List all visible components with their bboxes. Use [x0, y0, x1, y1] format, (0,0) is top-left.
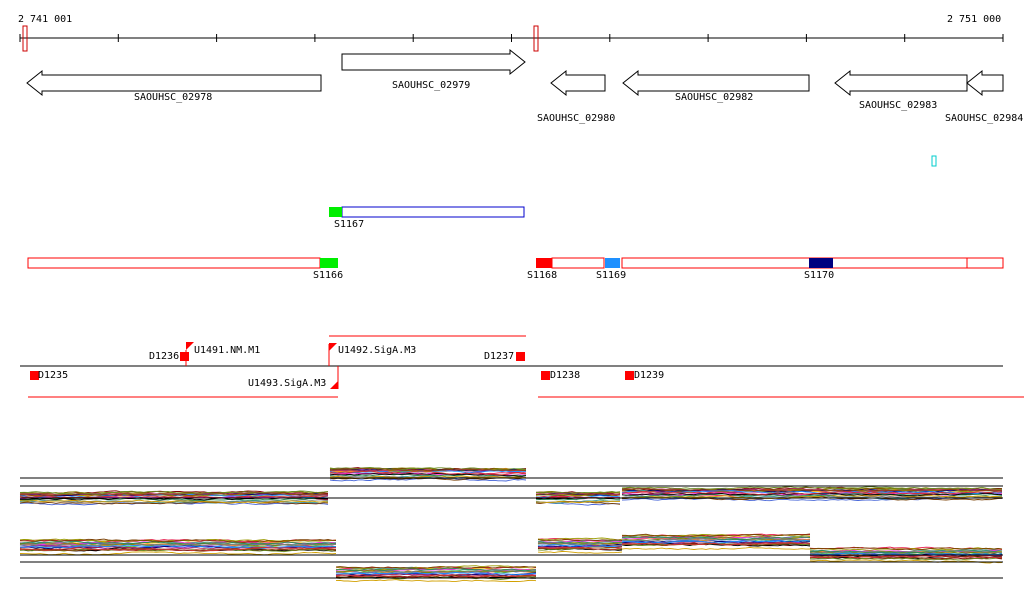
terminator-D1237[interactable] — [516, 352, 525, 361]
segment-label-S1167: S1167 — [334, 219, 365, 230]
segment-S1166-marker — [320, 258, 338, 268]
feature-label-D1236: D1236 — [149, 351, 180, 362]
feature-track — [20, 335, 1024, 398]
feature-label-D1239: D1239 — [634, 370, 665, 381]
segment-S1169-marker[interactable] — [605, 258, 620, 268]
gene-label-SAOUHSC_02984[interactable]: SAOUHSC_02984 — [945, 113, 1023, 124]
expression-line — [335, 579, 537, 583]
segment-S1167-box[interactable] — [341, 206, 525, 218]
segment-label-S1169: S1169 — [596, 270, 627, 281]
expression-line — [621, 486, 1002, 490]
gene-label-SAOUHSC_02983[interactable]: SAOUHSC_02983 — [859, 100, 937, 111]
segment-S1170-marker — [809, 258, 833, 268]
gene-label-SAOUHSC_02978[interactable]: SAOUHSC_02978 — [134, 92, 212, 103]
ruler-start-label: 2 741 001 — [18, 14, 73, 25]
feature-label-D1235: D1235 — [38, 370, 69, 381]
segment-track — [27, 206, 1004, 269]
gene-arrow-SAOUHSC_02979[interactable] — [341, 48, 526, 76]
promoter-U1493-flag[interactable] — [330, 381, 338, 389]
terminator-D1239[interactable] — [625, 371, 634, 380]
gene-label-SAOUHSC_02979[interactable]: SAOUHSC_02979 — [392, 80, 470, 91]
segment-label-S1168: S1168 — [527, 270, 558, 281]
expression-line — [19, 551, 337, 556]
expression-profile-lower — [19, 533, 1003, 583]
feature-label-U1493: U1493.SigA.M3 — [248, 378, 327, 389]
feature-label-D1238: D1238 — [550, 370, 581, 381]
gene-arrow-SAOUHSC_02984[interactable] — [966, 69, 1004, 97]
promoter-U1492-flag[interactable] — [329, 343, 337, 351]
gene-arrow-SAOUHSC_02980[interactable] — [550, 69, 606, 97]
gene-track — [26, 48, 1004, 97]
segment-S1167-start — [329, 207, 342, 217]
cyan-marker — [931, 155, 937, 167]
segment-S1168-box[interactable] — [551, 257, 605, 269]
segment-label-S1170: S1170 — [804, 270, 835, 281]
promoter-U1491-flag[interactable] — [186, 342, 194, 350]
terminator-D1238[interactable] — [541, 371, 550, 380]
gene-arrow-SAOUHSC_02983[interactable] — [834, 69, 968, 97]
expression-line — [537, 551, 623, 554]
gene-label-SAOUHSC_02982[interactable]: SAOUHSC_02982 — [675, 92, 753, 103]
terminator-D1236[interactable] — [180, 352, 189, 361]
gene-label-SAOUHSC_02980[interactable]: SAOUHSC_02980 — [537, 113, 615, 124]
feature-label-U1491: U1491.NM.M1 — [194, 345, 261, 356]
segment-S1168-marker[interactable] — [536, 258, 552, 268]
feature-label-D1237: D1237 — [484, 351, 515, 362]
segment-S1166-box[interactable] — [27, 257, 321, 269]
coordinate-ruler — [19, 25, 1004, 52]
segment-label-S1166: S1166 — [313, 270, 344, 281]
expression-line — [621, 546, 811, 550]
ruler-end-label: 2 751 000 — [947, 14, 1002, 25]
feature-label-U1492: U1492.SigA.M3 — [338, 345, 417, 356]
genome-browser-view: 2 741 001 2 751 000 SAOUHSC_02978 SAOUHS… — [0, 0, 1024, 611]
